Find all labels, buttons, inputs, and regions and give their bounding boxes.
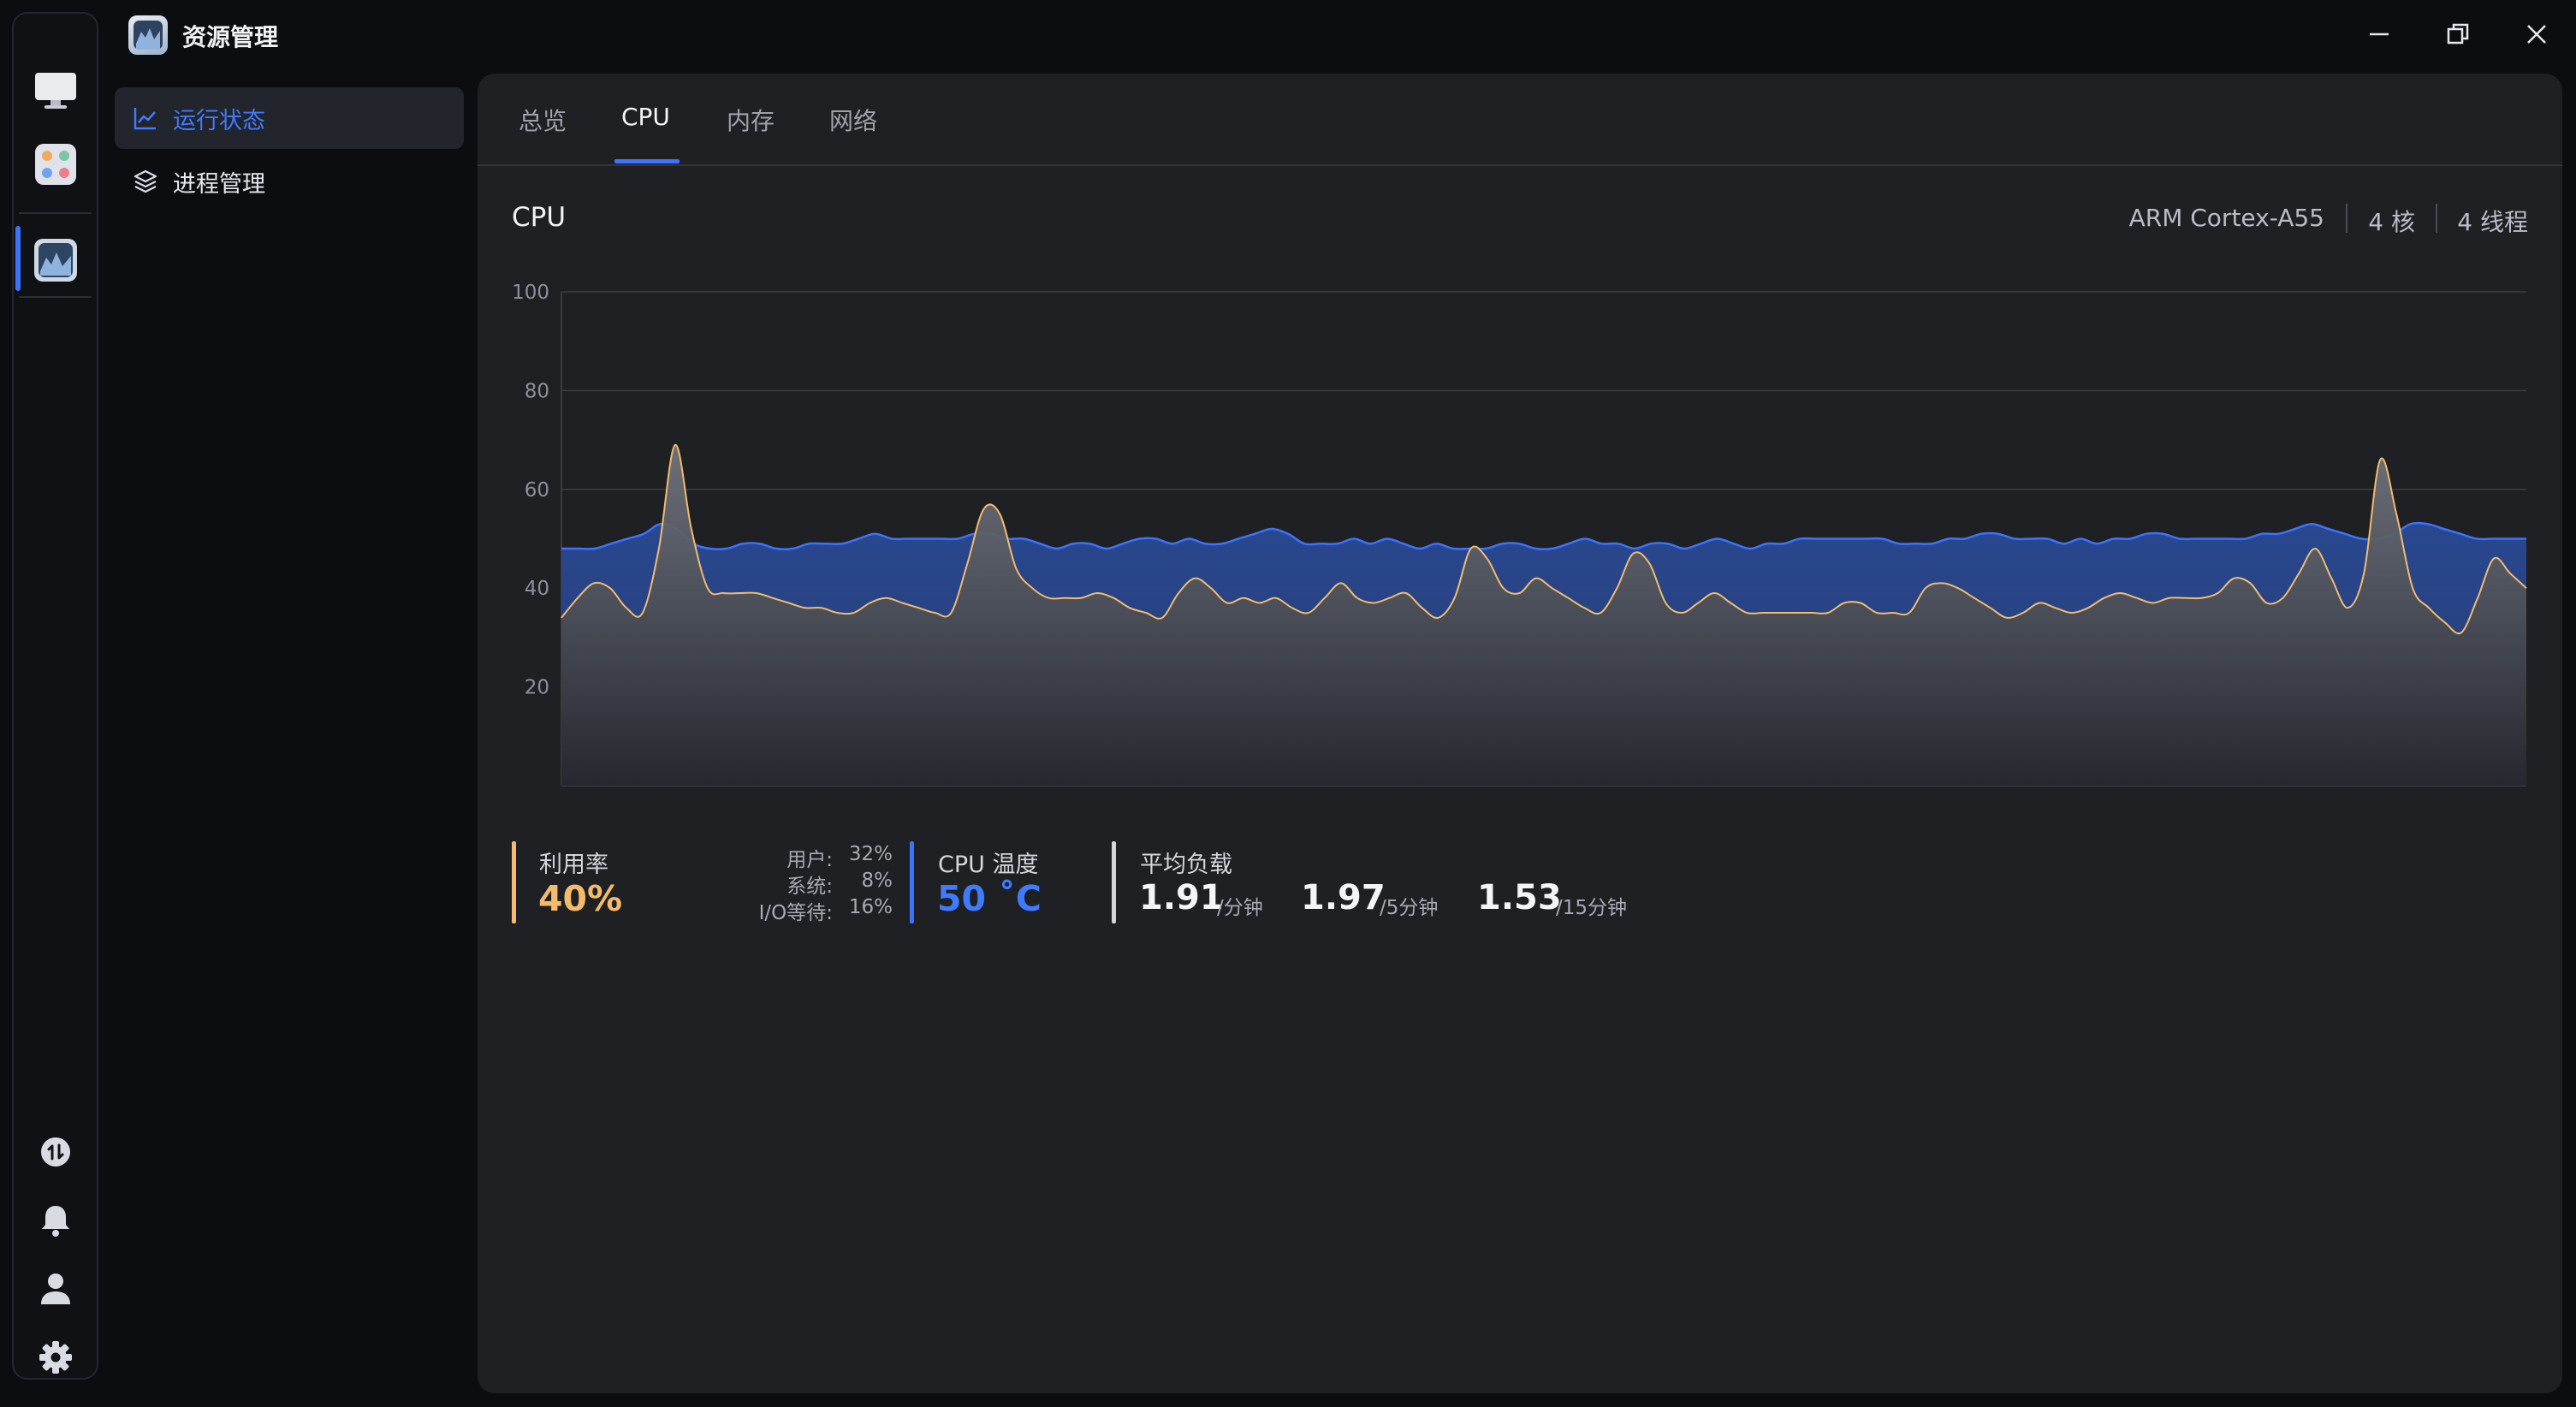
user-account-button[interactable]	[14, 1258, 97, 1320]
system-value: 8%	[861, 870, 893, 892]
resource-monitor-icon	[136, 28, 160, 50]
main-panel: 总览 CPU 内存 网络 CPU ARM Cortex-A55 4 核 4 线程…	[478, 74, 2562, 1393]
y-tick-label: 100	[512, 282, 549, 304]
app-title: 资源管理	[182, 23, 279, 51]
gear-icon	[39, 1341, 72, 1374]
monitor-icon	[34, 73, 76, 109]
apps-grid-icon	[34, 144, 76, 185]
system-label: 系统:	[786, 876, 833, 898]
dock-divider	[19, 296, 92, 298]
load-accent-bar	[1112, 841, 1116, 923]
y-tick-label: 80	[525, 380, 549, 402]
restore-icon	[2447, 23, 2469, 45]
usage-label: 利用率	[539, 852, 608, 878]
app-store-button[interactable]	[14, 134, 97, 195]
minimize-button[interactable]	[2362, 17, 2396, 51]
network-transfer-button[interactable]	[14, 1121, 97, 1183]
chart-series-area-orange	[561, 444, 2526, 786]
temperature-label: CPU 温度	[938, 852, 1039, 878]
desktop-app-button[interactable]	[14, 60, 97, 122]
resource-manager-app-button[interactable]	[14, 229, 97, 291]
y-tick-label: 20	[525, 677, 549, 699]
close-icon	[2527, 25, 2546, 44]
temperature-accent-bar	[910, 841, 914, 923]
io-wait-value: 16%	[848, 896, 893, 918]
load-average-label: 平均负载	[1140, 852, 1232, 878]
load-5min-value: 1.97	[1301, 878, 1386, 917]
sidebar-item-process-management[interactable]: 进程管理	[115, 151, 464, 212]
app-logo	[128, 15, 168, 55]
maximize-button[interactable]	[2441, 17, 2475, 51]
notifications-button[interactable]	[14, 1190, 97, 1251]
user-icon	[40, 1273, 70, 1304]
app-dock	[12, 12, 98, 1380]
dock-divider	[19, 212, 92, 214]
layers-icon	[132, 168, 159, 195]
user-label: 用户:	[786, 849, 833, 871]
minimize-icon	[2370, 33, 2389, 36]
settings-button[interactable]	[14, 1327, 97, 1388]
load-5min-unit: /5分钟	[1380, 897, 1439, 919]
bell-icon	[41, 1206, 69, 1237]
sidebar-item-run-status[interactable]: 运行状态	[115, 87, 464, 149]
sidebar-item-label: 进程管理	[173, 170, 265, 198]
temperature-value: 50 ˚C	[937, 878, 1042, 919]
usage-value: 40%	[538, 878, 623, 919]
usage-accent-bar	[512, 841, 516, 923]
y-tick-label: 40	[525, 578, 549, 600]
sidebar-item-label: 运行状态	[173, 107, 265, 134]
line-chart-icon	[132, 104, 159, 132]
y-tick-label: 60	[525, 479, 549, 502]
load-15min-value: 1.53	[1477, 878, 1562, 917]
close-button[interactable]	[2520, 17, 2554, 51]
io-wait-label: I/O等待:	[758, 902, 833, 924]
load-1min-value: 1.91	[1139, 878, 1224, 917]
load-15min-unit: /15分钟	[1556, 897, 1628, 919]
resource-monitor-icon	[33, 239, 77, 282]
load-1min-unit: /分钟	[1217, 897, 1263, 919]
cpu-usage-chart: 20 40 60 80 100	[512, 282, 2527, 787]
user-value: 32%	[848, 843, 893, 865]
transfer-arrows-icon	[40, 1137, 70, 1167]
